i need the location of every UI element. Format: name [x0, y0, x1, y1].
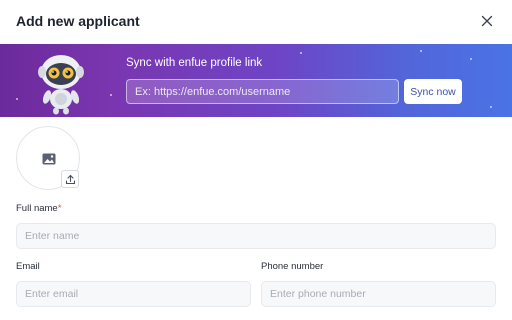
required-mark: * — [57, 203, 62, 214]
robot-mascot — [38, 55, 84, 115]
dialog-title: Add new applicant — [16, 13, 140, 29]
dialog-header: Add new applicant — [0, 0, 512, 44]
sync-banner: Sync with enfue profile link Sync now — [0, 44, 512, 117]
image-icon — [42, 153, 56, 165]
upload-icon — [65, 174, 76, 185]
close-button[interactable] — [480, 14, 494, 28]
email-label: Email — [16, 261, 40, 272]
phone-input[interactable] — [261, 281, 496, 307]
sync-title: Sync with enfue profile link — [126, 57, 263, 69]
full-name-input[interactable] — [16, 223, 496, 249]
email-input[interactable] — [16, 281, 251, 307]
close-icon — [481, 15, 493, 27]
full-name-label-text: Full name — [16, 203, 58, 214]
upload-photo-button[interactable] — [61, 170, 79, 188]
sync-now-button[interactable]: Sync now — [404, 79, 462, 104]
phone-label: Phone number — [261, 261, 324, 272]
full-name-label: Full name* — [16, 203, 61, 214]
profile-link-input[interactable] — [126, 79, 399, 104]
